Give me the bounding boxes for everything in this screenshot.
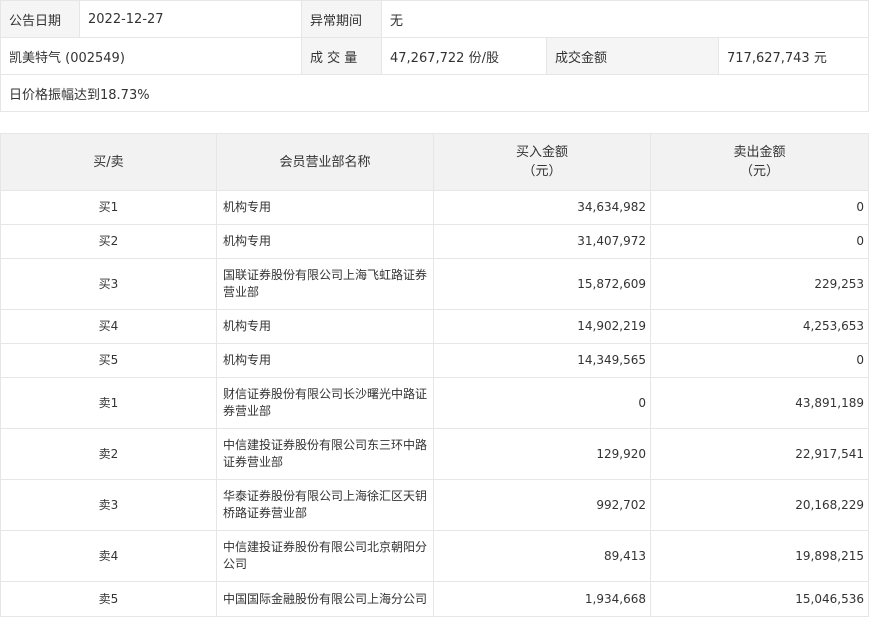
table-row: 买4 机构专用 14,902,219 4,253,653: [0, 309, 869, 344]
info-table: 公告日期 2022-12-27 异常期间 无 凯美特气 (002549) 成 交…: [0, 0, 870, 112]
date-value: 2022-12-27: [79, 0, 302, 38]
row-sell-amount: 19,898,215: [650, 530, 869, 582]
row-sell-amount: 0: [650, 343, 869, 378]
row-side: 买3: [0, 258, 217, 310]
row-branch: 中信建投证券股份有限公司北京朝阳分公司: [216, 530, 434, 582]
header-sell-amount: 卖出金额 （元）: [650, 133, 869, 191]
abnormal-period-value: 无: [380, 0, 870, 38]
row-sell-amount: 22,917,541: [650, 428, 869, 480]
header-sell-label: 卖出金额: [733, 145, 786, 160]
header-branch-label: 会员营业部名称: [279, 154, 371, 170]
header-side: 买/卖: [0, 133, 217, 191]
header-sell-unit: （元）: [739, 164, 779, 179]
table-row: 卖1 财信证券股份有限公司长沙曙光中路证券营业部 0 43,891,189: [0, 377, 869, 429]
row-buy-amount: 1,934,668: [433, 581, 651, 617]
table-row: 买5 机构专用 14,349,565 0: [0, 343, 869, 378]
trading-table: 买/卖 会员营业部名称 买入金额 （元） 卖出金额 （元） 买1 机构专用 34…: [0, 133, 869, 617]
row-branch: 机构专用: [216, 190, 434, 225]
row-sell-amount: 20,168,229: [650, 479, 869, 531]
amount-value: 717,627,743 元: [717, 37, 870, 75]
row-side: 买4: [0, 309, 217, 344]
header-buy-amount: 买入金额 （元）: [433, 133, 651, 191]
row-buy-amount: 14,349,565: [433, 343, 651, 378]
info-row-reason: 日价格振幅达到18.73%: [0, 74, 870, 112]
table-row: 卖3 华泰证券股份有限公司上海徐汇区天钥桥路证券营业部 992,702 20,1…: [0, 479, 869, 531]
table-row: 买3 国联证券股份有限公司上海飞虹路证券营业部 15,872,609 229,2…: [0, 258, 869, 310]
row-sell-amount: 229,253: [650, 258, 869, 310]
stock-name: 凯美特气 (002549): [0, 37, 302, 75]
info-row-stock: 凯美特气 (002549) 成 交 量 47,267,722 份/股 成交金额 …: [0, 37, 870, 75]
row-side: 卖5: [0, 581, 217, 617]
row-branch: 中国国际金融股份有限公司上海分公司: [216, 581, 434, 617]
volume-label: 成 交 量: [301, 37, 382, 75]
reason-text: 日价格振幅达到18.73%: [0, 74, 870, 112]
row-buy-amount: 14,902,219: [433, 309, 651, 344]
row-side: 买1: [0, 190, 217, 225]
row-buy-amount: 89,413: [433, 530, 651, 582]
abnormal-period-label: 异常期间: [301, 0, 382, 38]
row-buy-amount: 34,634,982: [433, 190, 651, 225]
amount-label: 成交金额: [546, 37, 719, 75]
info-row-date: 公告日期 2022-12-27 异常期间 无: [0, 0, 870, 38]
row-sell-amount: 4,253,653: [650, 309, 869, 344]
volume-value: 47,267,722 份/股: [381, 37, 547, 75]
table-row: 卖4 中信建投证券股份有限公司北京朝阳分公司 89,413 19,898,215: [0, 530, 869, 582]
header-side-label: 买/卖: [93, 154, 124, 170]
table-header-row: 买/卖 会员营业部名称 买入金额 （元） 卖出金额 （元）: [0, 133, 869, 191]
page-container: 公告日期 2022-12-27 异常期间 无 凯美特气 (002549) 成 交…: [0, 0, 870, 617]
table-row: 卖5 中国国际金融股份有限公司上海分公司 1,934,668 15,046,53…: [0, 581, 869, 617]
row-buy-amount: 31,407,972: [433, 224, 651, 259]
row-side: 卖3: [0, 479, 217, 531]
row-side: 买2: [0, 224, 217, 259]
row-side: 买5: [0, 343, 217, 378]
row-sell-amount: 0: [650, 190, 869, 225]
row-side: 卖2: [0, 428, 217, 480]
header-buy-label: 买入金额: [515, 145, 568, 160]
row-branch: 华泰证券股份有限公司上海徐汇区天钥桥路证券营业部: [216, 479, 434, 531]
row-sell-amount: 0: [650, 224, 869, 259]
table-row: 买1 机构专用 34,634,982 0: [0, 190, 869, 225]
row-buy-amount: 0: [433, 377, 651, 429]
table-row: 卖2 中信建投证券股份有限公司东三环中路证券营业部 129,920 22,917…: [0, 428, 869, 480]
row-branch: 国联证券股份有限公司上海飞虹路证券营业部: [216, 258, 434, 310]
header-buy-unit: （元）: [522, 164, 562, 179]
row-branch: 机构专用: [216, 343, 434, 378]
row-sell-amount: 43,891,189: [650, 377, 869, 429]
row-buy-amount: 992,702: [433, 479, 651, 531]
row-branch: 机构专用: [216, 224, 434, 259]
row-side: 卖4: [0, 530, 217, 582]
row-buy-amount: 129,920: [433, 428, 651, 480]
row-side: 卖1: [0, 377, 217, 429]
table-row: 买2 机构专用 31,407,972 0: [0, 224, 869, 259]
row-branch: 财信证券股份有限公司长沙曙光中路证券营业部: [216, 377, 434, 429]
row-sell-amount: 15,046,536: [650, 581, 869, 617]
row-buy-amount: 15,872,609: [433, 258, 651, 310]
row-branch: 机构专用: [216, 309, 434, 344]
header-branch: 会员营业部名称: [216, 133, 434, 191]
date-label: 公告日期: [0, 0, 80, 38]
row-branch: 中信建投证券股份有限公司东三环中路证券营业部: [216, 428, 434, 480]
